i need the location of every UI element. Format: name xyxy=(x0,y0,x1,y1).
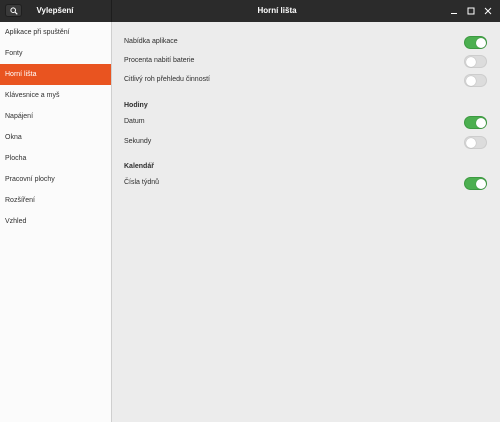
week-numbers-label: Čísla týdnů xyxy=(124,179,160,186)
maximize-icon xyxy=(467,7,475,15)
settings-panel: Nabídka aplikace Procenta nabití baterie… xyxy=(112,22,500,422)
switch-knob xyxy=(476,38,486,48)
minimize-icon xyxy=(451,13,457,14)
seconds-label: Sekundy xyxy=(124,138,152,145)
app-menu-switch[interactable] xyxy=(464,36,487,49)
page-title: Horní lišta xyxy=(257,6,297,15)
hot-corner-label: Citlivý roh přehledu činností xyxy=(124,76,210,83)
app-menu-label: Nabídka aplikace xyxy=(124,38,178,45)
sidebar-item-workspaces[interactable]: Pracovní plochy xyxy=(0,169,111,190)
battery-percent-label: Procenta nabití baterie xyxy=(124,57,195,64)
clock-section-title: Hodiny xyxy=(124,102,148,109)
close-button[interactable] xyxy=(480,3,496,19)
header-bar: Vylepšení Horní lišta xyxy=(0,0,500,22)
battery-percent-switch[interactable] xyxy=(464,55,487,68)
search-icon xyxy=(10,7,18,15)
maximize-button[interactable] xyxy=(463,3,479,19)
sidebar-item-desktop[interactable]: Plocha xyxy=(0,148,111,169)
calendar-section-title: Kalendář xyxy=(124,163,154,170)
sidebar: Aplikace při spuštění Fonty Horní lišta … xyxy=(0,22,112,422)
switch-knob xyxy=(466,76,476,86)
week-numbers-switch[interactable] xyxy=(464,177,487,190)
close-icon xyxy=(484,7,492,15)
date-switch[interactable] xyxy=(464,116,487,129)
hot-corner-switch[interactable] xyxy=(464,74,487,87)
minimize-button[interactable] xyxy=(446,3,462,19)
sidebar-item-keyboard-mouse[interactable]: Klávesnice a myš xyxy=(0,85,111,106)
sidebar-item-startup-apps[interactable]: Aplikace při spuštění xyxy=(0,22,111,43)
switch-knob xyxy=(476,179,486,189)
switch-knob xyxy=(466,138,476,148)
sidebar-item-top-bar[interactable]: Horní lišta xyxy=(0,64,111,85)
date-label: Datum xyxy=(124,118,145,125)
sidebar-item-windows[interactable]: Okna xyxy=(0,127,111,148)
sidebar-item-fonts[interactable]: Fonty xyxy=(0,43,111,64)
app-title: Vylepšení xyxy=(36,6,74,15)
sidebar-item-appearance[interactable]: Vzhled xyxy=(0,211,111,232)
search-button[interactable] xyxy=(5,4,22,17)
switch-knob xyxy=(476,118,486,128)
tweaks-window: Vylepšení Horní lišta Aplikace při spušt… xyxy=(0,0,500,422)
sidebar-header: Vylepšení xyxy=(0,0,112,22)
switch-knob xyxy=(466,57,476,67)
sidebar-item-power[interactable]: Napájení xyxy=(0,106,111,127)
seconds-switch[interactable] xyxy=(464,136,487,149)
sidebar-item-extensions[interactable]: Rozšíření xyxy=(0,190,111,211)
